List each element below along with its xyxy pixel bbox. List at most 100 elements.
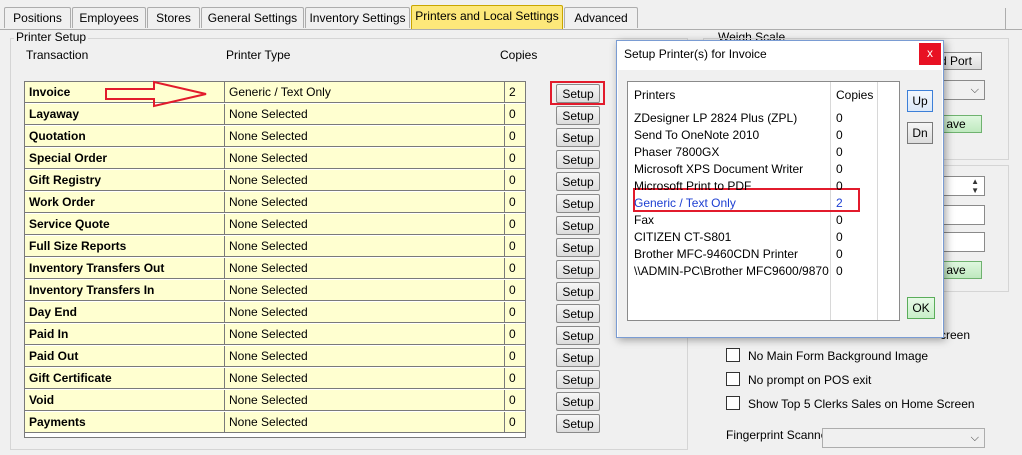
printer-type: None Selected [225, 170, 505, 191]
setup-button[interactable]: Setup [556, 238, 600, 257]
tab-employees[interactable]: Employees [72, 7, 146, 28]
list-item[interactable]: Phaser 7800GX 0 [634, 144, 843, 161]
printer-type: None Selected [225, 302, 505, 323]
table-row[interactable]: Layaway None Selected 0 [25, 104, 525, 126]
text-field-1[interactable] [940, 205, 985, 225]
screen-label-fragment: creen [940, 328, 971, 342]
tab-printers-and-local-settings[interactable]: Printers and Local Settings [411, 5, 563, 30]
printer-type: None Selected [225, 368, 505, 389]
transaction-name: Service Quote [25, 214, 225, 235]
checkbox-box[interactable] [726, 396, 740, 410]
copies-count: 0 [505, 192, 525, 213]
tab-stores[interactable]: Stores [147, 7, 200, 28]
tab-advanced[interactable]: Advanced [564, 7, 638, 28]
printer-copies: 0 [836, 179, 843, 193]
list-item[interactable]: Fax 0 [634, 212, 843, 229]
list-item[interactable]: Generic / Text Only 2 [634, 195, 843, 212]
table-row[interactable]: Paid In None Selected 0 [25, 324, 525, 346]
col-transaction: Transaction [26, 48, 89, 62]
setup-button[interactable]: Setup [556, 260, 600, 279]
list-item[interactable]: CITIZEN CT-S801 0 [634, 229, 843, 246]
text-field-2[interactable] [940, 232, 985, 252]
table-row[interactable]: Work Order None Selected 0 [25, 192, 525, 214]
ok-button[interactable]: OK [907, 297, 935, 319]
setup-button[interactable]: Setup [556, 106, 600, 125]
printer-copies: 0 [836, 128, 843, 142]
transaction-name: Day End [25, 302, 225, 323]
printer-copies: 0 [836, 230, 843, 244]
setup-button[interactable]: Setup [556, 282, 600, 301]
checkbox-show-top5-clerks[interactable]: Show Top 5 Clerks Sales on Home Screen [726, 396, 975, 412]
move-up-button[interactable]: Up [907, 90, 933, 112]
numeric-stepper[interactable]: ▲ ▼ [940, 176, 985, 196]
setup-button[interactable]: Setup [556, 370, 600, 389]
table-row[interactable]: Day End None Selected 0 [25, 302, 525, 324]
setup-button[interactable]: Setup [556, 414, 600, 433]
table-row[interactable]: Paid Out None Selected 0 [25, 346, 525, 368]
setup-button[interactable]: Setup [556, 216, 600, 235]
list-item[interactable]: \\ADMIN-PC\Brother MFC9600/9870 ... 0 [634, 263, 843, 280]
setup-button[interactable]: Setup [556, 194, 600, 213]
table-row[interactable]: Full Size Reports None Selected 0 [25, 236, 525, 258]
transaction-name: Work Order [25, 192, 225, 213]
printer-type: None Selected [225, 324, 505, 345]
transaction-name: Quotation [25, 126, 225, 147]
copies-count: 0 [505, 346, 525, 367]
transaction-name: Full Size Reports [25, 236, 225, 257]
fingerprint-scanner-combo[interactable]: ⌵ [822, 428, 985, 448]
printer-grid: Invoice Generic / Text Only 2 Layaway None S… [24, 81, 526, 438]
dialog-body: Printers Copies ZDesigner LP 2824 Plus (… [618, 70, 942, 337]
transaction-name: Gift Certificate [25, 368, 225, 389]
column-divider [877, 82, 878, 320]
list-item[interactable]: Microsoft XPS Document Writer 0 [634, 161, 843, 178]
list-item[interactable]: ZDesigner LP 2824 Plus (ZPL) 0 [634, 110, 843, 127]
table-row[interactable]: Invoice Generic / Text Only 2 [25, 82, 525, 104]
checkbox-box[interactable] [726, 348, 740, 362]
transaction-name: Special Order [25, 148, 225, 169]
dialog-title: Setup Printer(s) for Invoice [624, 47, 767, 61]
close-button[interactable]: x [919, 43, 941, 65]
setup-button[interactable]: Setup [556, 348, 600, 367]
table-row[interactable]: Void None Selected 0 [25, 390, 525, 412]
printer-name: \\ADMIN-PC\Brother MFC9600/9870 ... [634, 264, 830, 278]
tab-general-settings[interactable]: General Settings [201, 7, 304, 28]
checkbox-label: Show Top 5 Clerks Sales on Home Screen [748, 397, 975, 411]
tab-inventory-settings[interactable]: Inventory Settings [305, 7, 410, 28]
printer-type: None Selected [225, 346, 505, 367]
setup-button[interactable]: Setup [556, 128, 600, 147]
table-row[interactable]: Payments None Selected 0 [25, 412, 525, 434]
setup-button[interactable]: Setup [556, 304, 600, 323]
printer-setup-title: Printer Setup [14, 30, 89, 44]
list-item[interactable]: Send To OneNote 2010 0 [634, 127, 843, 144]
tab-positions[interactable]: Positions [4, 7, 71, 28]
printer-list[interactable]: Printers Copies ZDesigner LP 2824 Plus (… [627, 81, 900, 321]
checkbox-no-main-form-background[interactable]: No Main Form Background Image [726, 348, 928, 364]
table-row[interactable]: Inventory Transfers In None Selected 0 [25, 280, 525, 302]
close-icon: x [927, 46, 933, 60]
table-row[interactable]: Gift Registry None Selected 0 [25, 170, 525, 192]
setup-button[interactable]: Setup [556, 326, 600, 345]
table-row[interactable]: Gift Certificate None Selected 0 [25, 368, 525, 390]
copies-count: 0 [505, 412, 525, 433]
copies-count: 0 [505, 170, 525, 191]
copies-count: 0 [505, 280, 525, 301]
move-down-button[interactable]: Dn [907, 122, 933, 144]
checkbox-no-prompt-pos-exit[interactable]: No prompt on POS exit [726, 372, 871, 388]
printer-name: Brother MFC-9460CDN Printer [634, 247, 799, 261]
printer-copies: 0 [836, 111, 843, 125]
checkbox-box[interactable] [726, 372, 740, 386]
setup-button[interactable]: Setup [556, 172, 600, 191]
list-item[interactable]: Brother MFC-9460CDN Printer 0 [634, 246, 843, 263]
table-row[interactable]: Service Quote None Selected 0 [25, 214, 525, 236]
chevron-down-icon: ⌵ [970, 432, 979, 444]
setup-button[interactable]: Setup [556, 150, 600, 169]
printer-name: Send To OneNote 2010 [634, 128, 760, 142]
copies-count: 0 [505, 104, 525, 125]
list-item[interactable]: Microsoft Print to PDF 0 [634, 178, 843, 195]
table-row[interactable]: Inventory Transfers Out None Selected 0 [25, 258, 525, 280]
table-row[interactable]: Quotation None Selected 0 [25, 126, 525, 148]
table-row[interactable]: Special Order None Selected 0 [25, 148, 525, 170]
copies-count: 0 [505, 214, 525, 235]
setup-button[interactable]: Setup [556, 392, 600, 411]
printer-type: None Selected [225, 280, 505, 301]
